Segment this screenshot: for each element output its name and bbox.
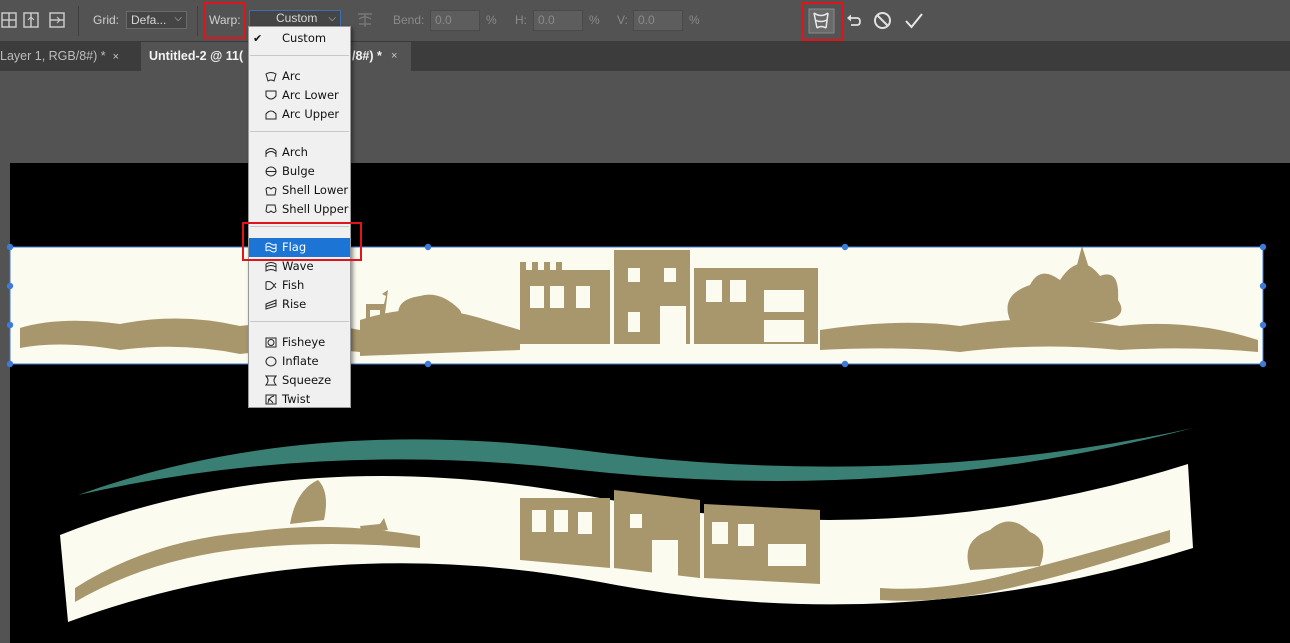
warp-style-menu: ✔ Custom Arc Arc Lower Arc Upper Arch Bu… — [248, 26, 351, 408]
menu-item-fisheye[interactable]: Fisheye — [249, 333, 350, 352]
arc-icon — [265, 72, 277, 82]
menu-item-label: Twist — [282, 392, 311, 406]
menu-separator — [250, 321, 349, 322]
flag-item-highlight — [242, 222, 362, 261]
rise-icon — [265, 299, 277, 310]
menu-item-label: Shell Lower — [282, 183, 349, 197]
twist-icon — [265, 394, 277, 405]
menu-item-label: Custom — [282, 31, 327, 45]
arc-upper-icon — [265, 110, 277, 120]
menu-item-arch[interactable]: Arch — [249, 143, 350, 162]
menu-item-label: Bulge — [282, 164, 315, 178]
check-icon: ✔ — [253, 32, 263, 45]
menu-item-arc-upper[interactable]: Arc Upper — [249, 105, 350, 124]
menu-item-inflate[interactable]: Inflate — [249, 352, 350, 371]
fish-icon — [265, 280, 277, 291]
menu-item-shell-lower[interactable]: Shell Lower — [249, 181, 350, 200]
menu-separator — [250, 55, 349, 56]
menu-item-fish[interactable]: Fish — [249, 276, 350, 295]
menu-item-label: Fisheye — [282, 335, 326, 349]
shell-lower-icon — [265, 187, 277, 196]
menu-item-label: Inflate — [282, 354, 319, 368]
menu-item-label: Arc Upper — [282, 107, 340, 121]
teal-ribbon[interactable] — [78, 428, 1193, 495]
arc-lower-icon — [265, 90, 277, 100]
menu-item-squeeze[interactable]: Squeeze — [249, 371, 350, 390]
menu-item-shell-upper[interactable]: Shell Upper — [249, 200, 350, 219]
bulge-icon — [265, 166, 277, 177]
arch-icon — [265, 148, 277, 157]
wave-icon — [265, 262, 277, 272]
squeeze-icon — [265, 375, 277, 386]
menu-separator — [250, 131, 349, 132]
canvas-artwork — [6, 243, 1267, 622]
fisheye-icon — [265, 337, 277, 348]
menu-item-label: Squeeze — [282, 373, 332, 387]
menu-item-twist[interactable]: Twist — [249, 390, 350, 409]
shell-upper-icon — [265, 204, 277, 213]
inflate-icon — [265, 356, 277, 367]
menu-item-label: Rise — [282, 297, 307, 311]
menu-item-bulge[interactable]: Bulge — [249, 162, 350, 181]
menu-item-label: Arch — [282, 145, 308, 159]
menu-item-custom[interactable]: ✔ Custom — [249, 29, 350, 48]
menu-item-arc-lower[interactable]: Arc Lower — [249, 86, 350, 105]
menu-item-rise[interactable]: Rise — [249, 295, 350, 314]
menu-item-label: Shell Upper — [282, 202, 349, 216]
menu-item-label: Arc — [282, 69, 301, 83]
menu-item-label: Fish — [282, 278, 305, 292]
menu-item-label: Wave — [282, 259, 314, 273]
menu-item-arc[interactable]: Arc — [249, 67, 350, 86]
menu-item-label: Arc Lower — [282, 88, 339, 102]
